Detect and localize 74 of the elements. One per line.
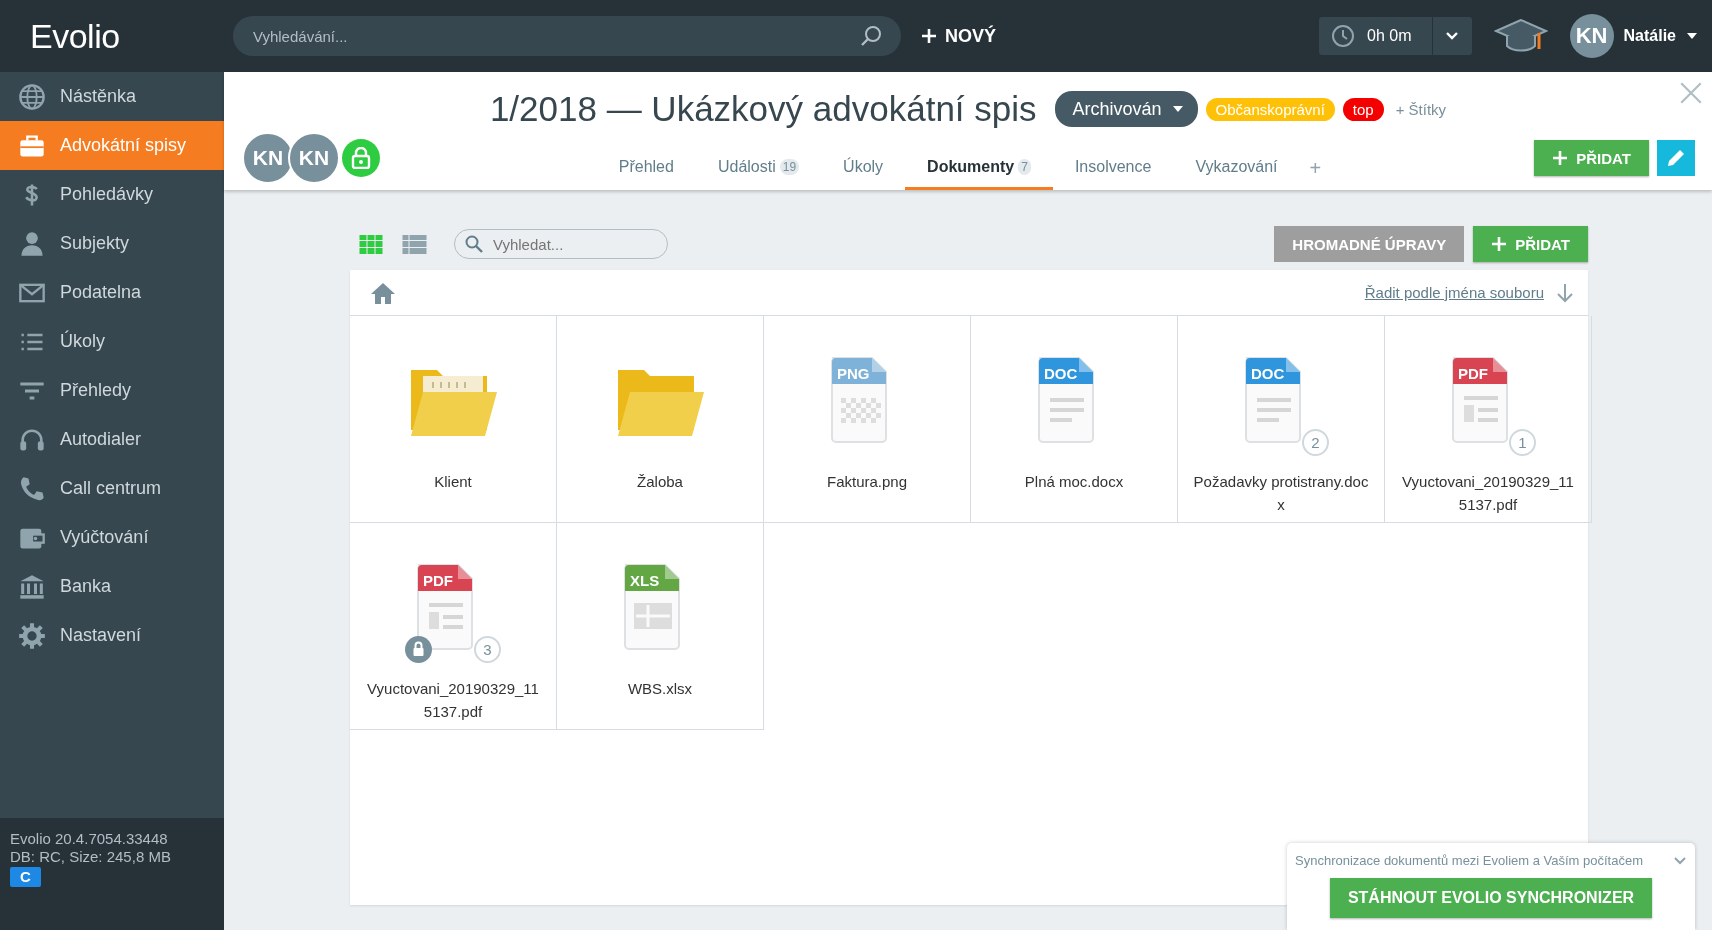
edit-button[interactable]: [1657, 140, 1695, 176]
version-text: Evolio 20.4.7054.33448: [10, 830, 169, 848]
pencil-icon: [1666, 148, 1686, 168]
user-avatar: KN: [1569, 14, 1614, 58]
grid-view-icon[interactable]: [358, 233, 385, 255]
search-icon: [859, 24, 883, 48]
add-tags-link[interactable]: + Štítky: [1395, 100, 1447, 118]
sidebar-item[interactable]: Nástěnka: [0, 72, 224, 121]
list-view-icon[interactable]: [401, 233, 428, 255]
tab[interactable]: Insolvence: [1052, 146, 1174, 190]
folder-name[interactable]: Žaloba: [570, 470, 750, 493]
version-badge: 3: [474, 636, 501, 663]
status-dropdown[interactable]: Archivován: [1054, 91, 1198, 127]
badge: C: [10, 867, 41, 887]
home-icon[interactable]: [370, 280, 396, 305]
file-name[interactable]: Vyuctovani_20190329_115137.pdf: [1398, 470, 1578, 516]
chevron-down-icon: [1445, 31, 1460, 41]
gear-icon: [18, 621, 46, 650]
file-type-label: DOC: [1044, 365, 1078, 382]
sync-description: Synchronizace dokumentů mezi Evoliem a Vaším počítačem: [1295, 853, 1644, 868]
tab[interactable]: Dokumenty 7: [905, 146, 1053, 190]
version-badge: 2: [1302, 429, 1329, 456]
tag: top: [1342, 97, 1384, 121]
file-type-label: PDF: [1458, 365, 1488, 382]
sidebar-item[interactable]: Přehledy: [0, 366, 224, 415]
file-type-label: PNG: [837, 365, 870, 382]
new-button[interactable]: NOVÝ: [917, 21, 1000, 51]
plus-icon: [1491, 236, 1508, 252]
tab[interactable]: Události 19: [695, 146, 822, 190]
tag: Občanskoprávní: [1205, 97, 1335, 121]
sidebar-item[interactable]: Banka: [0, 562, 224, 611]
clock-icon: [1331, 24, 1356, 48]
file-type-label: PDF: [423, 572, 453, 589]
caret-icon: [1686, 32, 1698, 40]
user-menu[interactable]: Natálie: [1623, 27, 1676, 45]
file-name[interactable]: Vyuctovani_20190329_115137.pdf: [363, 677, 543, 723]
sidebar-item[interactable]: Autodialer: [0, 415, 224, 464]
version-badge: 1: [1509, 429, 1536, 456]
search-field[interactable]: Vyhledávání...: [251, 26, 859, 46]
plus-icon: [1552, 150, 1569, 166]
member-avatar: KN: [288, 132, 340, 184]
app-logo: Evolio: [29, 16, 121, 56]
globe-icon: [18, 82, 46, 111]
sidebar-item[interactable]: Podatelna: [0, 268, 224, 317]
case-title: 1/2018 — Ukázkový advokátní spis: [489, 89, 1037, 129]
sidebar-item[interactable]: Úkoly: [0, 317, 224, 366]
sidebar-item[interactable]: Vyúčtování: [0, 513, 224, 562]
file-type-label: XLS: [630, 572, 660, 589]
sidebar-item[interactable]: Pohledávky: [0, 170, 224, 219]
file-name[interactable]: Požadavky protistrany.docx: [1191, 470, 1371, 516]
database-info: DB: RC, Size: 245,8 MB: [10, 848, 172, 866]
lock-icon: [342, 139, 380, 177]
caret-icon: [1171, 105, 1184, 113]
folder-name[interactable]: Klient: [363, 470, 543, 493]
sidebar-item[interactable]: Subjekty: [0, 219, 224, 268]
search-bar[interactable]: Vyhledat...: [454, 229, 668, 259]
tab[interactable]: Vykazování: [1173, 146, 1300, 190]
sidebar-item[interactable]: Call centrum: [0, 464, 224, 513]
search-bar[interactable]: Vyhledávání...: [233, 16, 901, 56]
search-icon: [465, 235, 483, 253]
tab[interactable]: Úkoly: [821, 146, 906, 190]
plus-icon: [921, 28, 937, 44]
tab[interactable]: Přehled: [596, 146, 696, 190]
sort-link[interactable]: Řadit podle jména souboru: [1364, 284, 1544, 301]
sidebar-item[interactable]: Nastavení: [0, 611, 224, 660]
file-name[interactable]: WBS.xlsx: [570, 677, 750, 700]
chevron-down-icon[interactable]: [1673, 855, 1687, 866]
file-name[interactable]: Faktura.png: [777, 470, 957, 493]
file-type-label: DOC: [1251, 365, 1285, 382]
search-field[interactable]: Vyhledat...: [491, 234, 641, 254]
file-name[interactable]: Plná moc.docx: [984, 470, 1164, 493]
arrow-down-icon[interactable]: [1556, 282, 1574, 303]
phone-icon: [18, 474, 46, 503]
close-icon[interactable]: [1678, 80, 1704, 106]
